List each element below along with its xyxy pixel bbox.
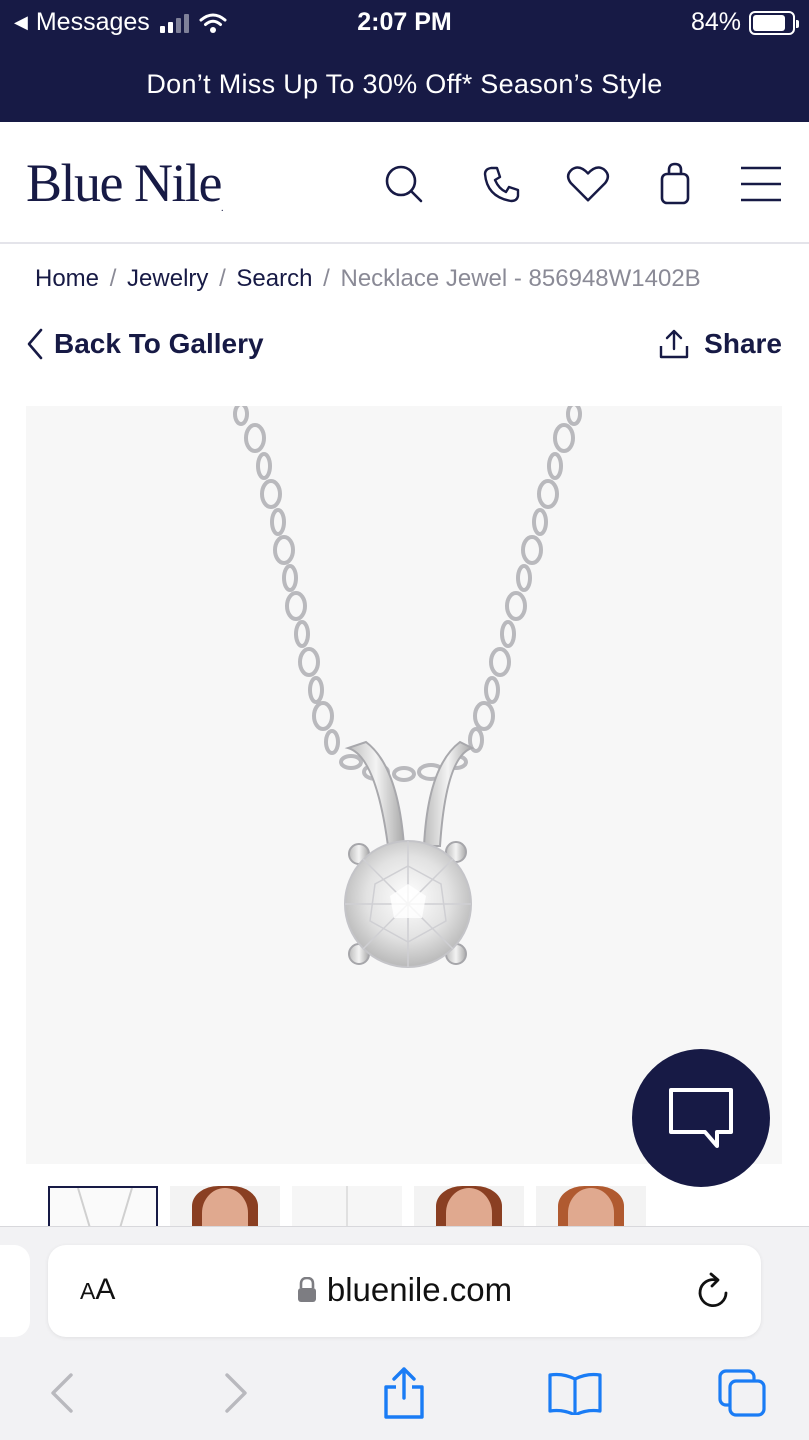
thumbnail-3[interactable] bbox=[292, 1186, 402, 1226]
back-to-gallery-label: Back To Gallery bbox=[54, 328, 264, 359]
tabs-icon[interactable] bbox=[716, 1367, 768, 1419]
chevron-left-icon bbox=[27, 328, 43, 360]
search-icon[interactable] bbox=[382, 162, 426, 206]
breadcrumb-separator: / bbox=[323, 265, 330, 292]
thumbnail-strip bbox=[48, 1186, 646, 1226]
blue-nile-logo[interactable]: Blue Nile. bbox=[26, 152, 223, 214]
chat-button[interactable] bbox=[632, 1049, 770, 1187]
status-bar: ◀ Messages 2:07 PM 84% bbox=[0, 0, 809, 46]
thumbnail-5[interactable] bbox=[536, 1186, 646, 1226]
breadcrumb-home[interactable]: Home bbox=[35, 265, 99, 292]
promo-banner[interactable]: Don’t Miss Up To 30% Off* Season’s Style bbox=[0, 46, 809, 122]
share-button[interactable]: Share bbox=[658, 328, 782, 360]
url-text: bluenile.com bbox=[326, 1271, 513, 1308]
breadcrumb-search[interactable]: Search bbox=[236, 265, 312, 292]
breadcrumb-separator: / bbox=[109, 265, 117, 292]
logo-text: Blue Nile bbox=[26, 153, 222, 213]
breadcrumb: Home / Jewelry / Search / Necklace Jewel… bbox=[35, 265, 701, 293]
thumbnail-1[interactable] bbox=[48, 1186, 158, 1226]
site-header: Blue Nile. bbox=[0, 122, 809, 244]
browser-share-icon[interactable] bbox=[378, 1367, 430, 1419]
reload-icon[interactable] bbox=[697, 1271, 733, 1316]
lock-icon bbox=[297, 1277, 316, 1302]
browser-bottom-bar: AA bluenile.com bbox=[0, 1226, 809, 1440]
necklace-thumbnail-icon bbox=[77, 1188, 133, 1226]
battery-icon bbox=[749, 10, 799, 35]
bookmarks-icon[interactable] bbox=[546, 1367, 604, 1419]
share-label: Share bbox=[704, 328, 782, 359]
battery-status: 84% bbox=[690, 8, 799, 37]
product-image[interactable] bbox=[26, 406, 782, 1164]
address-bar[interactable]: AA bluenile.com bbox=[48, 1245, 761, 1337]
back-to-gallery-link[interactable]: Back To Gallery bbox=[26, 328, 264, 360]
breadcrumb-current: Necklace Jewel - 856948W1402B bbox=[340, 265, 701, 292]
necklace-thumbnail-icon bbox=[346, 1186, 348, 1226]
chat-icon bbox=[669, 1088, 733, 1148]
browser-back-icon[interactable] bbox=[36, 1367, 88, 1419]
thumbnail-2[interactable] bbox=[170, 1186, 280, 1226]
breadcrumb-jewelry[interactable]: Jewelry bbox=[127, 265, 208, 292]
phone-icon[interactable] bbox=[480, 162, 524, 206]
browser-forward-icon[interactable] bbox=[210, 1367, 262, 1419]
battery-percent: 84% bbox=[690, 8, 741, 36]
heart-icon[interactable] bbox=[566, 162, 610, 206]
shopping-bag-icon[interactable] bbox=[653, 162, 697, 206]
menu-icon[interactable] bbox=[738, 162, 784, 206]
previous-tab-edge[interactable] bbox=[0, 1245, 30, 1337]
necklace-pendant-image bbox=[233, 406, 582, 968]
url-display[interactable]: bluenile.com bbox=[48, 1271, 761, 1309]
share-icon bbox=[659, 329, 689, 359]
breadcrumb-separator: / bbox=[219, 265, 226, 292]
thumbnail-4[interactable] bbox=[414, 1186, 524, 1226]
status-time: 2:07 PM bbox=[357, 8, 452, 36]
